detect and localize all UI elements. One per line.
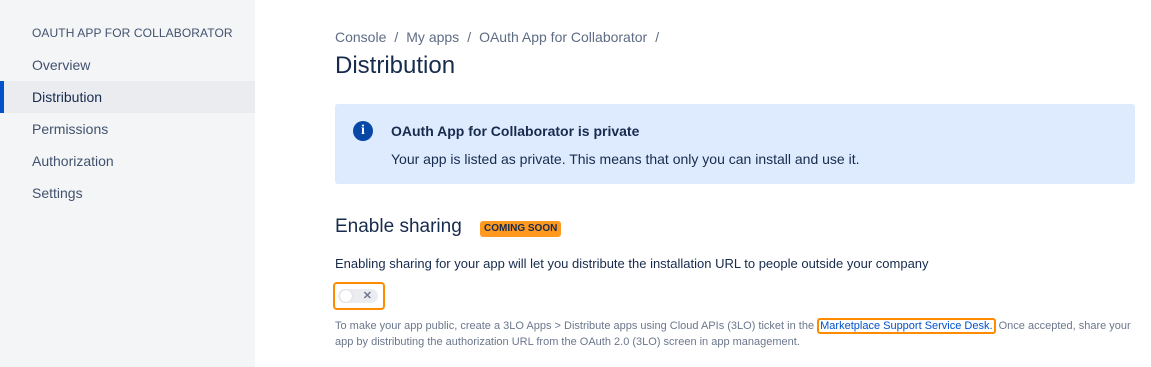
toggle-knob [340,290,352,302]
sidebar-item-settings[interactable]: Settings [0,177,255,209]
enable-sharing-toggle[interactable]: ✕ [338,289,378,303]
breadcrumb-app[interactable]: OAuth App for Collaborator [479,29,647,45]
marketplace-support-link[interactable]: Marketplace Support Service Desk. [817,318,996,334]
breadcrumb-console[interactable]: Console [335,29,386,45]
coming-soon-badge: COMING SOON [480,221,562,237]
section-title: Enable sharing [335,216,462,237]
sidebar-item-distribution[interactable]: Distribution [0,81,255,113]
section-description: Enabling sharing for your app will let y… [335,256,929,271]
info-banner: i OAuth App for Collaborator is private … [335,104,1135,184]
help-text: To make your app public, create a 3LO Ap… [335,318,1135,350]
info-icon: i [353,121,373,141]
sidebar-title: OAUTH APP FOR COLLABORATOR [32,26,233,40]
breadcrumb-separator: / [394,29,399,45]
toggle-focus-ring: ✕ [333,282,385,310]
breadcrumb: Console / My apps / OAuth App for Collaborat… [335,29,667,45]
breadcrumb-separator: / [655,29,660,45]
page-title: Distribution [335,52,456,79]
sidebar: OAUTH APP FOR COLLABORATOR Overview Dist… [0,0,255,367]
sidebar-item-overview[interactable]: Overview [0,49,255,81]
sidebar-item-authorization[interactable]: Authorization [0,145,255,177]
breadcrumb-separator: / [467,29,472,45]
help-prefix: To make your app public, create a 3LO Ap… [335,320,815,332]
banner-heading: OAuth App for Collaborator is private [391,123,640,139]
sidebar-item-permissions[interactable]: Permissions [0,113,255,145]
main-content: Console / My apps / OAuth App for Collaborat… [333,0,1151,367]
banner-text: Your app is listed as private. This mean… [391,151,860,167]
sidebar-nav: Overview Distribution Permissions Author… [0,49,255,209]
close-icon: ✕ [362,290,372,302]
breadcrumb-my-apps[interactable]: My apps [406,29,459,45]
